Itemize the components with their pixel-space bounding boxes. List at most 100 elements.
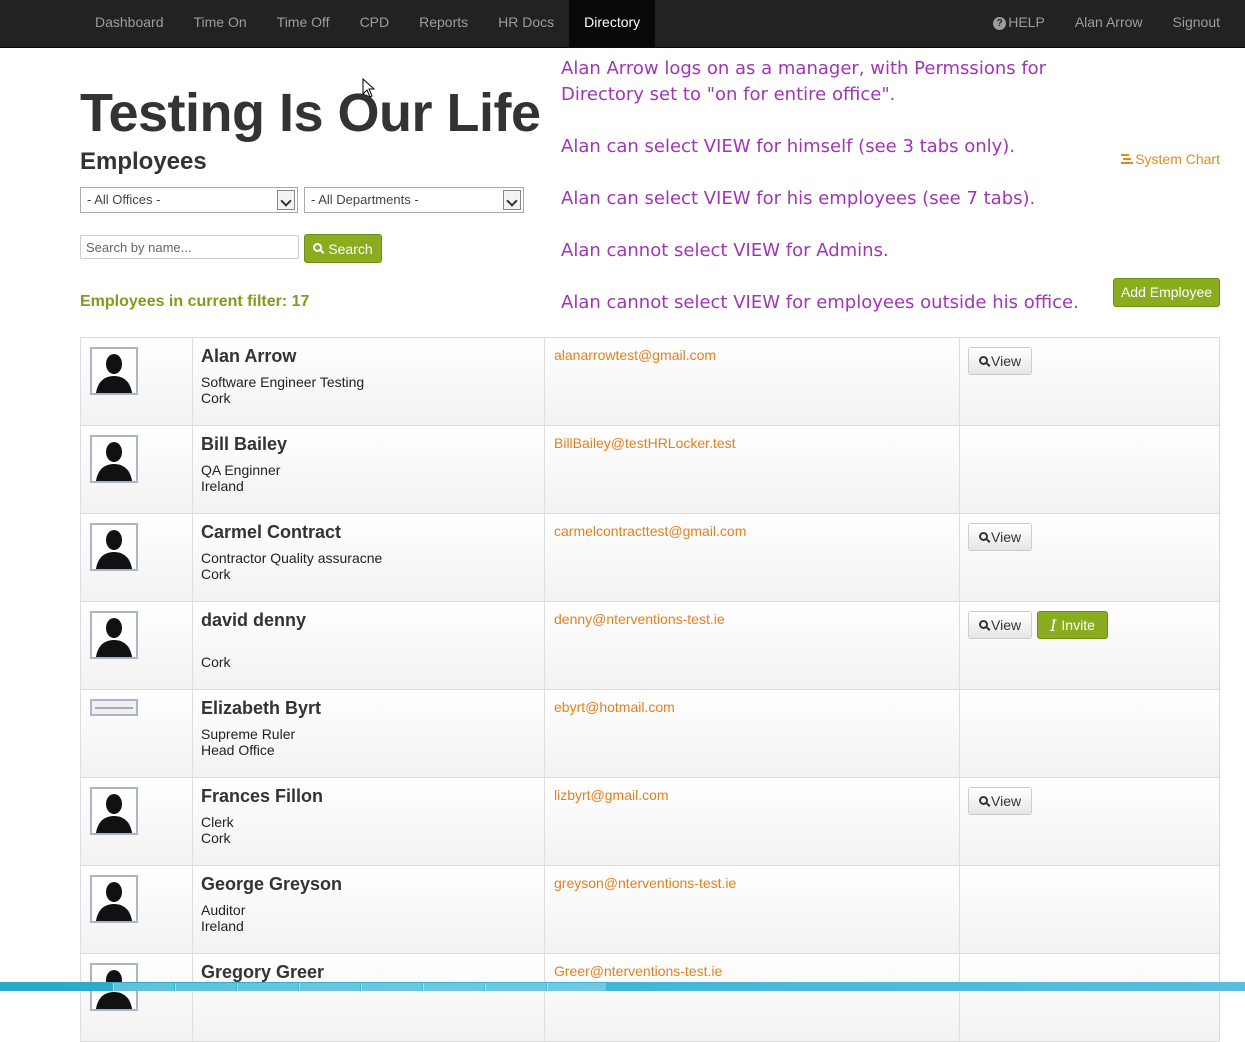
search-button[interactable]: Search	[304, 234, 382, 263]
top-navbar: Dashboard Time On Time Off CPD Reports H…	[0, 0, 1245, 48]
employee-title: QA Enginner	[201, 462, 281, 478]
page-title: Employees	[80, 148, 207, 175]
taskbar-app[interactable]	[113, 983, 174, 991]
taskbar-app[interactable]	[175, 983, 236, 991]
actions-cell	[960, 426, 1220, 513]
employee-name: david denny	[201, 610, 307, 630]
photo-cell	[80, 954, 193, 1041]
nav-hr-docs[interactable]: HR Docs	[483, 0, 569, 47]
taskbar-app[interactable]	[423, 983, 484, 991]
employee-office: Head Office	[201, 742, 275, 758]
department-select[interactable]: - All Departments -	[304, 187, 524, 213]
avatar[interactable]	[90, 875, 138, 923]
info-cell: George Greyson Auditor Ireland	[193, 866, 545, 953]
zoom-icon	[979, 531, 988, 541]
employee-email-link[interactable]: greyson@nterventions-test.ie	[554, 875, 736, 891]
person-silhouette-icon	[96, 882, 132, 921]
invite-button-label: Invite	[1061, 617, 1095, 633]
mouse-pointer-icon	[362, 78, 376, 98]
photo-cell	[80, 426, 193, 513]
actions-cell: View I Invite	[960, 602, 1220, 689]
employee-name: Gregory Greer	[201, 962, 325, 982]
employee-name: Bill Bailey	[201, 434, 288, 454]
question-circle-icon: ?	[993, 17, 1007, 30]
employee-name: Carmel Contract	[201, 522, 342, 542]
avatar[interactable]	[90, 347, 138, 395]
nav-time-on[interactable]: Time On	[179, 0, 262, 47]
avatar[interactable]	[90, 611, 138, 659]
view-button-label: View	[991, 617, 1022, 633]
employee-email-link[interactable]: Greer@nterventions-test.ie	[554, 963, 722, 979]
taskbar-app[interactable]	[485, 983, 546, 991]
avatar[interactable]	[90, 787, 138, 835]
nav-cpd[interactable]: CPD	[345, 0, 405, 47]
employee-email-link[interactable]: ebyrt@hotmail.com	[554, 699, 675, 715]
table-row: Bill Bailey QA Enginner Ireland BillBail…	[80, 426, 1220, 514]
info-cell: Elizabeth Byrt Supreme Ruler Head Office	[193, 690, 545, 777]
main-nav: Dashboard Time On Time Off CPD Reports H…	[80, 0, 656, 47]
invite-button[interactable]: I Invite	[1037, 611, 1108, 639]
view-button-label: View	[991, 793, 1022, 809]
taskbar-app[interactable]	[547, 983, 606, 991]
nav-time-off[interactable]: Time Off	[262, 0, 345, 47]
system-chart-label: System Chart	[1135, 151, 1220, 167]
view-button[interactable]: View	[968, 611, 1033, 639]
office-select-value: - All Offices -	[87, 192, 161, 207]
taskbar-app[interactable]	[299, 983, 360, 991]
email-cell: lizbyrt@gmail.com	[545, 778, 960, 865]
office-select[interactable]: - All Offices -	[80, 187, 298, 213]
search-input[interactable]	[80, 235, 299, 259]
nav-directory[interactable]: Directory	[569, 0, 656, 47]
photo-cell	[80, 866, 193, 953]
employee-office: Cork	[201, 654, 231, 670]
annotation-line: Alan can select VIEW for himself (see 3 …	[561, 136, 1016, 157]
employee-email-link[interactable]: lizbyrt@gmail.com	[554, 787, 669, 803]
employee-name: George Greyson	[201, 874, 343, 894]
view-button[interactable]: View	[968, 347, 1033, 375]
avatar[interactable]	[90, 699, 138, 716]
employee-count: Employees in current filter: 17	[80, 293, 310, 310]
employee-email-link[interactable]: carmelcontracttest@gmail.com	[554, 523, 746, 539]
employee-office: Cork	[201, 390, 231, 406]
photo-cell	[80, 338, 193, 425]
table-row: Frances Fillon Clerk Cork lizbyrt@gmail.…	[80, 778, 1220, 866]
add-employee-button[interactable]: Add Employee	[1113, 278, 1220, 307]
employee-email-link[interactable]: BillBailey@testHRLocker.test	[554, 435, 736, 451]
annotation-line: Alan can select VIEW for his employees (…	[561, 188, 1036, 209]
table-row: Elizabeth Byrt Supreme Ruler Head Office…	[80, 690, 1220, 778]
actions-cell: View	[960, 778, 1220, 865]
employee-email-link[interactable]: alanarrowtest@gmail.com	[554, 347, 716, 363]
system-chart-link[interactable]: System Chart	[1121, 151, 1220, 167]
employee-title: Software Engineer Testing	[201, 374, 365, 390]
avatar[interactable]	[90, 435, 138, 483]
email-cell: ebyrt@hotmail.com	[545, 690, 960, 777]
employee-name: Frances Fillon	[201, 786, 324, 806]
nav-user[interactable]: Alan Arrow	[1060, 0, 1158, 47]
email-cell: BillBailey@testHRLocker.test	[545, 426, 960, 513]
employee-office: Ireland	[201, 918, 244, 934]
employee-office: Cork	[201, 830, 231, 846]
table-row: George Greyson Auditor Ireland greyson@n…	[80, 866, 1220, 954]
employee-title: Auditor	[201, 902, 246, 918]
taskbar-app[interactable]	[361, 983, 422, 991]
company-name: Testing Is Our Life	[80, 83, 541, 143]
employee-office: Ireland	[201, 478, 244, 494]
employee-name: Elizabeth Byrt	[201, 698, 322, 718]
chevron-down-icon	[277, 190, 295, 210]
employee-email-link[interactable]: denny@nterventions-test.ie	[554, 611, 725, 627]
view-button[interactable]: View	[968, 523, 1033, 551]
zoom-icon	[979, 355, 988, 365]
nav-dashboard[interactable]: Dashboard	[80, 0, 179, 47]
nav-signout[interactable]: Signout	[1158, 0, 1235, 47]
taskbar-app[interactable]	[237, 983, 298, 991]
info-cell: david denny Cork	[193, 602, 545, 689]
user-nav: ? HELP Alan Arrow Signout	[978, 0, 1235, 47]
nav-help[interactable]: ? HELP	[978, 0, 1060, 47]
view-button[interactable]: View	[968, 787, 1033, 815]
photo-cell	[80, 778, 193, 865]
person-silhouette-icon	[96, 618, 132, 657]
search-button-label: Search	[328, 240, 373, 257]
person-silhouette-icon	[96, 354, 132, 393]
nav-reports[interactable]: Reports	[404, 0, 483, 47]
avatar[interactable]	[90, 523, 138, 571]
